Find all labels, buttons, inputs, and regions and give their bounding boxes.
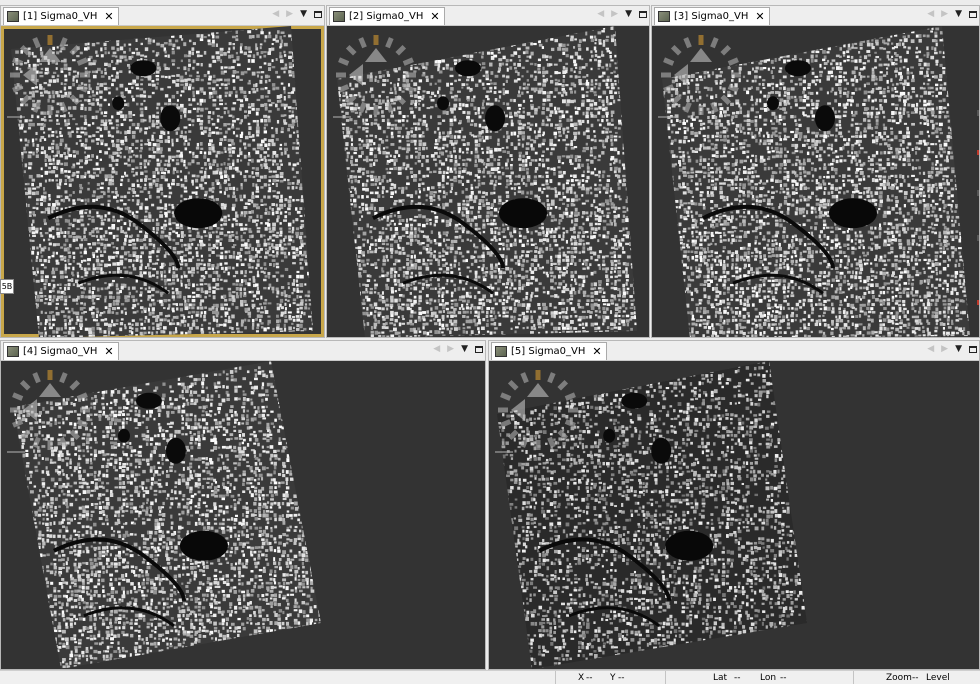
image-tab-4[interactable]: [4] Sigma0_VH ✕ [3,342,119,360]
close-icon[interactable]: ✕ [104,11,113,22]
dropdown-triangle-icon[interactable]: ▼ [955,9,962,19]
status-zoom-value: -- [912,673,919,683]
tab-title: [5] Sigma0_VH [511,346,585,357]
arrow-right-icon[interactable]: ▶ [941,344,948,354]
arrow-right-icon[interactable]: ▶ [286,9,293,19]
close-icon[interactable]: ✕ [430,11,439,22]
arrow-left-icon[interactable]: ◀ [272,9,279,19]
image-band-icon [495,346,507,357]
status-bar: X -- Y -- Lat -- Lon -- Zoom -- Level [0,670,980,684]
tab-title: [4] Sigma0_VH [23,346,97,357]
tab-bar: [4] Sigma0_VH ✕ ◀ ▶ ▼ [1,341,485,361]
sar-image [327,26,649,337]
close-icon[interactable]: ✕ [755,11,764,22]
image-view-window-1: [1] Sigma0_VH ✕ ◀ ▶ ▼ [0,5,325,338]
sar-image [652,26,979,337]
image-band-icon [658,11,670,22]
dropdown-triangle-icon[interactable]: ▼ [461,344,468,354]
image-tab-5[interactable]: [5] Sigma0_VH ✕ [491,342,607,360]
image-view-window-2: [2] Sigma0_VH ✕ ◀ ▶ ▼ [326,5,650,338]
image-band-icon [7,11,19,22]
status-lon-label: Lon [760,673,776,683]
image-tab-2[interactable]: [2] Sigma0_VH ✕ [329,7,445,25]
status-x-label: X [578,673,584,683]
status-zoom-label: Zoom [886,673,912,683]
status-y-value: -- [618,673,625,683]
maximize-window-icon[interactable] [969,11,977,18]
tab-title: [3] Sigma0_VH [674,11,748,22]
maximize-window-icon[interactable] [969,346,977,353]
maximize-window-icon[interactable] [639,11,647,18]
image-band-icon [333,11,345,22]
image-tab-1[interactable]: [1] Sigma0_VH ✕ [3,7,119,25]
status-lat-value: -- [734,673,741,683]
image-canvas-4[interactable] [1,361,485,669]
image-canvas-2[interactable] [327,26,649,337]
image-canvas-3[interactable] [652,26,979,337]
sar-image [489,361,979,669]
tab-bar: [5] Sigma0_VH ✕ ◀ ▶ ▼ [489,341,979,361]
image-view-window-5: [5] Sigma0_VH ✕ ◀ ▶ ▼ [488,340,980,670]
side-badge: 5B [0,279,14,294]
dropdown-triangle-icon[interactable]: ▼ [625,9,632,19]
window-controls: ◀ ▶ ▼ [927,9,977,19]
arrow-left-icon[interactable]: ◀ [597,9,604,19]
arrow-left-icon[interactable]: ◀ [927,344,934,354]
image-view-window-3: [3] Sigma0_VH ✕ ◀ ▶ ▼ [651,5,980,338]
image-view-window-4: [4] Sigma0_VH ✕ ◀ ▶ ▼ [0,340,486,670]
arrow-right-icon[interactable]: ▶ [941,9,948,19]
window-controls: ◀ ▶ ▼ [272,9,322,19]
arrow-right-icon[interactable]: ▶ [611,9,618,19]
status-y-label: Y [610,673,616,683]
tab-bar: [3] Sigma0_VH ✕ ◀ ▶ ▼ [652,6,979,26]
sar-image [1,26,324,337]
dropdown-triangle-icon[interactable]: ▼ [955,344,962,354]
sar-image [1,361,485,669]
arrow-left-icon[interactable]: ◀ [927,9,934,19]
tab-title: [1] Sigma0_VH [23,11,97,22]
tab-bar: [2] Sigma0_VH ✕ ◀ ▶ ▼ [327,6,649,26]
image-canvas-5[interactable] [489,361,979,669]
image-canvas-1[interactable] [1,26,324,337]
tab-title: [2] Sigma0_VH [349,11,423,22]
maximize-window-icon[interactable] [475,346,483,353]
status-lon-value: -- [780,673,787,683]
arrow-right-icon[interactable]: ▶ [447,344,454,354]
close-icon[interactable]: ✕ [592,346,601,357]
maximize-window-icon[interactable] [314,11,322,18]
image-tab-3[interactable]: [3] Sigma0_VH ✕ [654,7,770,25]
close-icon[interactable]: ✕ [104,346,113,357]
status-level-label: Level [926,673,950,683]
arrow-left-icon[interactable]: ◀ [433,344,440,354]
image-band-icon [7,346,19,357]
window-controls: ◀ ▶ ▼ [433,344,483,354]
dropdown-triangle-icon[interactable]: ▼ [300,9,307,19]
tab-bar: [1] Sigma0_VH ✕ ◀ ▶ ▼ [1,6,324,26]
window-controls: ◀ ▶ ▼ [597,9,647,19]
status-lat-label: Lat [713,673,727,683]
status-x-value: -- [586,673,593,683]
edge-marks [975,110,980,330]
window-controls: ◀ ▶ ▼ [927,344,977,354]
